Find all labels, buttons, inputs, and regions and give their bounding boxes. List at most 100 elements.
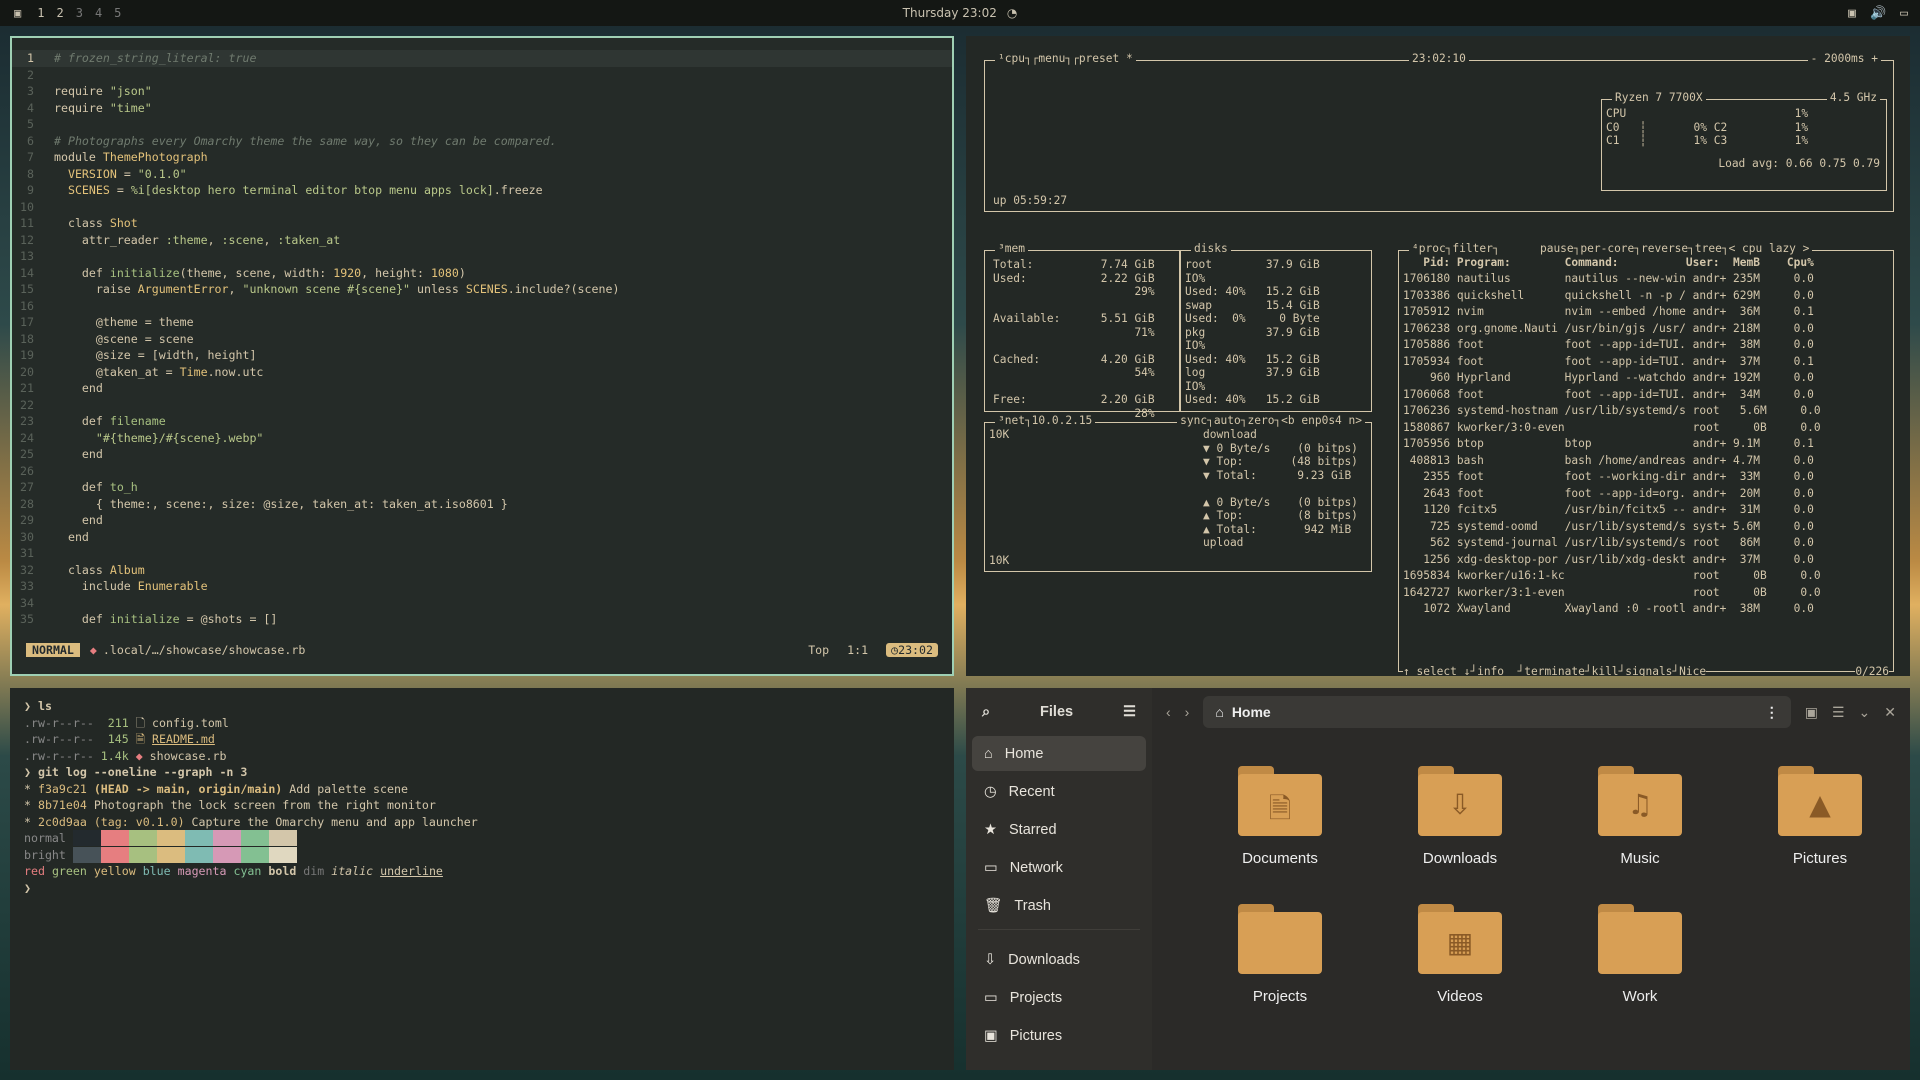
mem-row: Cached: 4.20 GiB	[993, 352, 1155, 366]
forward-icon[interactable]: ›	[1185, 704, 1190, 720]
workspace-1[interactable]: 1	[37, 6, 44, 20]
code-line: 20 @taken_at = Time.now.utc	[12, 364, 952, 381]
folder-music[interactable]: ♫ Music	[1550, 766, 1730, 904]
code-text: "#{theme}/#{scene}.webp"	[95, 430, 264, 445]
folder-projects[interactable]: Projects	[1190, 904, 1370, 1042]
files-window[interactable]: ⌕ Files ☰ ⌂ Home ◷ Recent ★ Starred ▭ Network 🗑 T…	[966, 688, 1910, 1070]
code-text: # Photographs every Omarchy theme the sa…	[54, 133, 557, 148]
update-interval[interactable]: - 2000ms +	[1807, 51, 1881, 68]
workspace-2[interactable]: 2	[56, 6, 63, 20]
terminal-line: ❯ ls	[24, 699, 52, 713]
sidebar-item-label: Recent	[1008, 783, 1055, 800]
sidebar-item-downloads[interactable]: ⇩ Downloads	[972, 942, 1146, 977]
proc-row[interactable]: 1706180 nautilus nautilus --new-win andr…	[1403, 271, 1821, 288]
btop-window[interactable]: ¹cpu┐┌menu┐┌preset * 23:02:10 - 2000ms +…	[966, 36, 1910, 676]
proc-row[interactable]: 1580867 kworker/3:0-even root 0B 0.0	[1403, 420, 1821, 437]
terminal-output[interactable]: ❯ ls .rw-r--r-- 211 🗋 config.toml .rw-r--r…	[10, 688, 954, 906]
path-bar[interactable]: ⌂ Home ⋮	[1203, 696, 1791, 728]
folder-pictures[interactable]: ▲ Pictures	[1730, 766, 1910, 904]
folder-downloads[interactable]: ⇩ Downloads	[1370, 766, 1550, 904]
list-view-icon[interactable]: ☰	[1832, 704, 1845, 721]
disk-row: pkg 37.9 GiB	[1185, 325, 1320, 339]
sidebar-item-network[interactable]: ▭ Network	[972, 850, 1146, 885]
proc-row[interactable]: 1706238 org.gnome.Nauti /usr/bin/gjs /us…	[1403, 321, 1821, 338]
chevron-down-icon[interactable]: ⌄	[1859, 704, 1871, 721]
disk-row: IO%	[1185, 379, 1206, 393]
line-number: 1	[27, 51, 34, 65]
code-line: 28 { theme:, scene:, size: @size, taken_…	[12, 496, 952, 513]
terminal-line: * 2c0d9aa (tag: v0.1.0) Capture the Omar…	[24, 814, 478, 829]
proc-row[interactable]: 1706236 systemd-hostnam /usr/lib/systemd…	[1403, 403, 1821, 420]
folder-documents[interactable]: 🗎 Documents	[1190, 766, 1370, 904]
folder-grid: 🗎 Documents ⇩ Downloads ♫ Music ▲ Pictures Proje…	[1152, 736, 1910, 1070]
folder-videos[interactable]: ▦ Videos	[1370, 904, 1550, 1042]
folder-work[interactable]: Work	[1550, 904, 1730, 1042]
editor-statusline: NORMAL ◆ .local/…/showcase/showcase.rb T…	[26, 642, 938, 658]
net-row	[1203, 481, 1358, 495]
code-line: 23 def filename	[12, 413, 952, 430]
volume-icon[interactable]: 🔊	[1870, 6, 1886, 21]
search-icon[interactable]: ⌕	[982, 704, 990, 720]
screenshot-icon[interactable]: ▣	[1805, 704, 1818, 721]
proc-row[interactable]: 562 systemd-journal /usr/lib/systemd/s r…	[1403, 535, 1821, 552]
editor-window[interactable]: 1 # frozen_string_literal: true 2 3 require …	[10, 36, 954, 676]
proc-row[interactable]: 960 Hyprland Hyprland --watchdo andr+ 19…	[1403, 370, 1821, 387]
close-icon[interactable]: ✕	[1884, 704, 1896, 721]
proc-row[interactable]: 2643 foot foot --app-id=org. andr+ 20M 0…	[1403, 486, 1821, 503]
proc-row[interactable]: 408813 bash bash /home/andreas andr+ 4.7…	[1403, 453, 1821, 470]
kebab-icon[interactable]: ⋮	[1765, 704, 1779, 721]
proc-row[interactable]: 2355 foot foot --working-dir andr+ 33M 0…	[1403, 469, 1821, 486]
folder-icon	[1598, 904, 1682, 974]
workspace-3[interactable]: 3	[76, 6, 83, 20]
disks-box-header: disks	[1191, 241, 1231, 258]
back-icon[interactable]: ‹	[1166, 704, 1171, 720]
workspace-switcher: 12345	[37, 6, 121, 20]
cpu-box-header[interactable]: ¹cpu┐┌menu┐┌preset *	[995, 51, 1136, 68]
network-icon[interactable]: ▭	[1900, 6, 1908, 21]
workspace-4[interactable]: 4	[95, 6, 102, 20]
net-box-header[interactable]: ³net┐10.0.2.15	[995, 413, 1096, 430]
proc-row[interactable]: 1705912 nvim nvim --embed /home andr+ 36…	[1403, 304, 1821, 321]
terminal-line: * f3a9c21 (HEAD -> main, origin/main) Ad…	[24, 781, 408, 796]
proc-row[interactable]: 1705886 foot foot --app-id=TUI. andr+ 38…	[1403, 337, 1821, 354]
sidebar-item-recent[interactable]: ◷ Recent	[972, 774, 1146, 809]
code-text: include Enumerable	[54, 579, 208, 593]
proc-row[interactable]: 1703386 quickshell quickshell -n -p / an…	[1403, 288, 1821, 305]
proc-row[interactable]: 1072 Xwayland Xwayland :0 -rootl andr+ 3…	[1403, 601, 1821, 618]
proc-row[interactable]: 1120 fcitx5 /usr/bin/fcitx5 -- andr+ 31M…	[1403, 502, 1821, 519]
sidebar-item-trash[interactable]: 🗑 Trash	[972, 888, 1146, 923]
code-line: 25 end	[12, 446, 952, 463]
menu-icon[interactable]: ☰	[1123, 704, 1136, 720]
sidebar-item-home[interactable]: ⌂ Home	[972, 736, 1146, 771]
sidebar-item-projects[interactable]: ▭ Projects	[972, 980, 1146, 1015]
apps-icon[interactable]: ▣	[14, 6, 21, 20]
proc-row[interactable]: 725 systemd-oomd /usr/lib/systemd/s syst…	[1403, 519, 1821, 536]
sidebar-item-starred[interactable]: ★ Starred	[972, 812, 1146, 847]
folder-label: Work	[1622, 988, 1658, 1005]
code-text: VERSION = "0.1.0"	[67, 166, 187, 181]
line-number: 31	[20, 546, 34, 560]
editor-buffer[interactable]: 1 # frozen_string_literal: true 2 3 require …	[12, 38, 952, 628]
clock[interactable]: Thursday 23:02 ◔	[903, 6, 1018, 20]
proc-row[interactable]: 1256 xdg-desktop-por /usr/lib/xdg-deskt …	[1403, 552, 1821, 569]
folder-glyph: ▦	[1446, 926, 1474, 959]
terminal-window[interactable]: ❯ ls .rw-r--r-- 211 🗋 config.toml .rw-r--r…	[10, 688, 954, 1070]
code-text: require "json"	[54, 84, 152, 98]
code-line: 32 class Album	[12, 562, 952, 579]
proc-row[interactable]: 1705956 btop btop andr+ 9.1M 0.1	[1403, 436, 1821, 453]
proc-footer[interactable]: ↑ select ↓┘info ┘terminate┘kill┘signals┘…	[1403, 663, 1707, 676]
files-header: ⌕ Files ☰	[966, 688, 1152, 736]
sidebar-item-label: Network	[1009, 859, 1063, 876]
proc-row[interactable]: 1706068 foot foot --app-id=TUI. andr+ 34…	[1403, 387, 1821, 404]
proc-row[interactable]: 1642727 kworker/3:1-even root 0B 0.0	[1403, 585, 1821, 602]
proc-row[interactable]: 1705934 foot foot --app-id=TUI. andr+ 37…	[1403, 354, 1821, 371]
alarm-icon: ◔	[1006, 6, 1018, 20]
sidebar-item-pictures[interactable]: ▣ Pictures	[972, 1018, 1146, 1053]
mem-box-header[interactable]: ³mem	[995, 241, 1028, 258]
screen-icon[interactable]: ▣	[1848, 6, 1856, 21]
proc-row[interactable]: 1695834 kworker/u16:1-kc root 0B 0.0	[1403, 568, 1821, 585]
line-number: 10	[20, 199, 34, 214]
workspace-5[interactable]: 5	[114, 6, 121, 20]
disk-row: Used: 40% 15.2 GiB	[1185, 393, 1320, 406]
code-line: 29 end	[12, 512, 952, 529]
